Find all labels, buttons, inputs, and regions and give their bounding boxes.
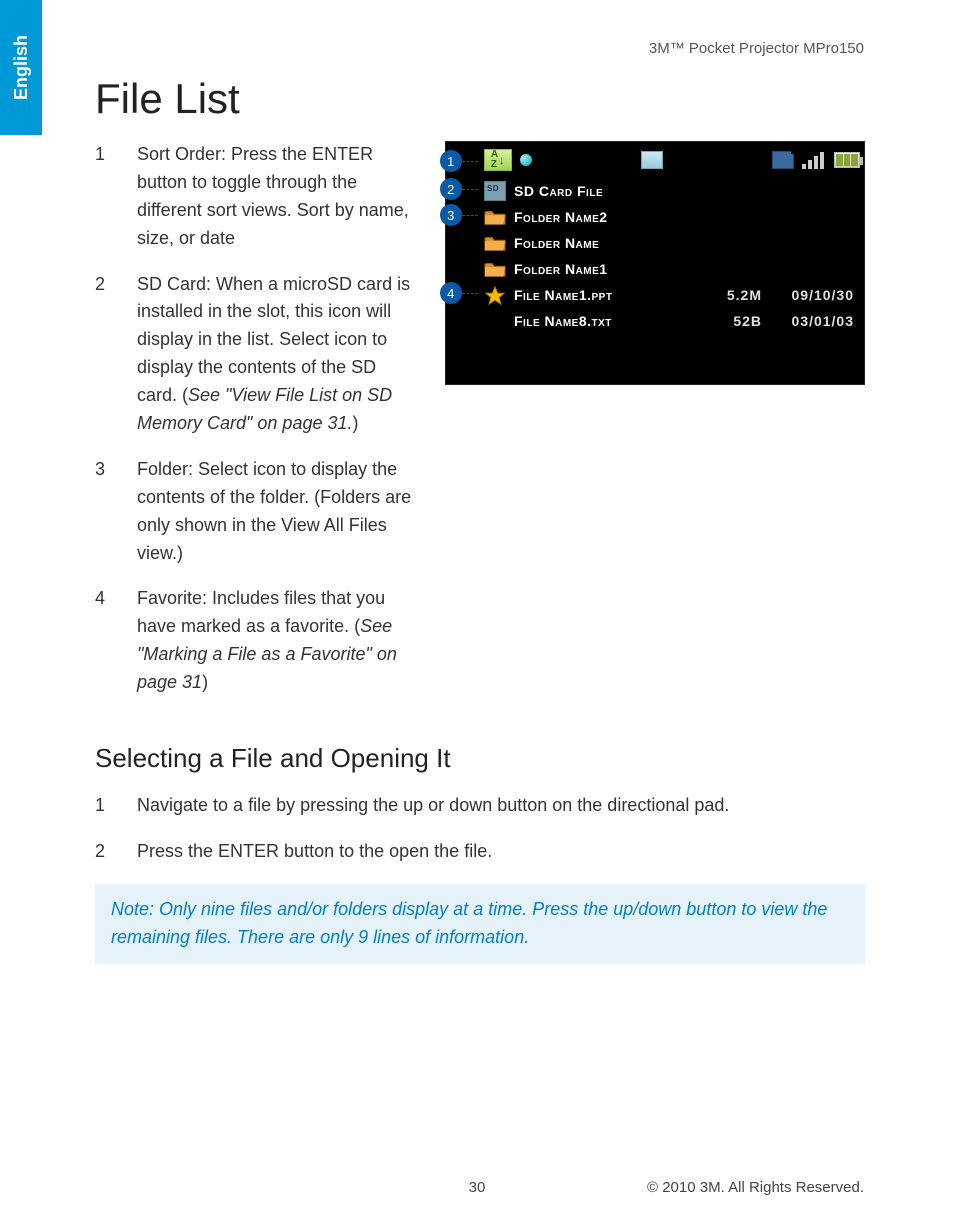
blank-icon bbox=[484, 311, 506, 331]
folder-icon bbox=[484, 259, 506, 279]
step-text: Press the ENTER button to the open the f… bbox=[137, 838, 492, 866]
legend-item: 4 Favorite: Includes files that you have… bbox=[95, 585, 415, 697]
sort-button[interactable]: AZ↓ bbox=[484, 149, 512, 171]
legend-num: 1 bbox=[95, 141, 113, 253]
page-title: File List bbox=[95, 75, 865, 123]
legend-item: 3 Folder: Select icon to display the con… bbox=[95, 456, 415, 568]
step-num: 2 bbox=[95, 838, 113, 866]
step-item: 1 Navigate to a file by pressing the up … bbox=[95, 792, 865, 820]
device-row-folder[interactable]: Folder Name1 bbox=[484, 256, 860, 282]
step-num: 1 bbox=[95, 792, 113, 820]
device-row-file[interactable]: File Name8.txt 52B 03/01/03 bbox=[484, 308, 860, 334]
legend-item: 2 SD Card: When a microSD card is instal… bbox=[95, 271, 415, 438]
callout-2: 2 bbox=[440, 178, 478, 200]
language-tab-label: English bbox=[11, 35, 32, 100]
page-number: 30 bbox=[469, 1179, 486, 1196]
note-box: Note: Only nine files and/or folders dis… bbox=[95, 884, 865, 964]
sd-card-icon bbox=[484, 181, 506, 201]
folder-icon bbox=[484, 233, 506, 253]
device-status-bar: AZ↓ bbox=[484, 148, 860, 172]
language-tab: English bbox=[0, 0, 42, 135]
callout-3: 3 bbox=[440, 204, 478, 226]
battery-icon bbox=[834, 152, 860, 168]
callout-4: 4 bbox=[440, 282, 478, 304]
legend-num: 4 bbox=[95, 585, 113, 697]
legend-text: Folder: Select icon to display the conte… bbox=[137, 456, 415, 568]
signal-icon bbox=[802, 151, 826, 169]
copyright: © 2010 3M. All Rights Reserved. bbox=[647, 1179, 864, 1196]
legend-text: SD Card: When a microSD card is installe… bbox=[137, 271, 415, 438]
header-product-name: 3M™ Pocket Projector MPro150 bbox=[649, 40, 864, 57]
callout-1: 1 bbox=[440, 150, 478, 172]
steps-list: 1 Navigate to a file by pressing the up … bbox=[95, 792, 865, 866]
step-item: 2 Press the ENTER button to the open the… bbox=[95, 838, 865, 866]
page-content: File List 1 Sort Order: Press the ENTER … bbox=[95, 75, 865, 964]
device-row-folder[interactable]: Folder Name2 bbox=[484, 204, 860, 230]
section-heading: Selecting a File and Opening It bbox=[95, 743, 865, 774]
favorite-star-icon bbox=[484, 285, 506, 305]
sd-card-status-icon bbox=[772, 151, 794, 169]
device-screenshot: 1 2 3 4 AZ↓ SD Card File bbox=[445, 141, 865, 385]
legend-text: Sort Order: Press the ENTER button to to… bbox=[137, 141, 415, 253]
device-row-sd[interactable]: SD Card File bbox=[484, 178, 860, 204]
usb-icon bbox=[641, 151, 663, 169]
file-list-legend: 1 Sort Order: Press the ENTER button to … bbox=[95, 141, 415, 697]
device-row-folder[interactable]: Folder Name bbox=[484, 230, 860, 256]
legend-num: 2 bbox=[95, 271, 113, 438]
legend-item: 1 Sort Order: Press the ENTER button to … bbox=[95, 141, 415, 253]
folder-icon bbox=[484, 207, 506, 227]
step-text: Navigate to a file by pressing the up or… bbox=[137, 792, 729, 820]
legend-num: 3 bbox=[95, 456, 113, 568]
legend-text: Favorite: Includes files that you have m… bbox=[137, 585, 415, 697]
indicator-dot-icon bbox=[520, 154, 532, 166]
device-row-favorite-file[interactable]: File Name1.ppt 5.2M 09/10/30 bbox=[484, 282, 860, 308]
